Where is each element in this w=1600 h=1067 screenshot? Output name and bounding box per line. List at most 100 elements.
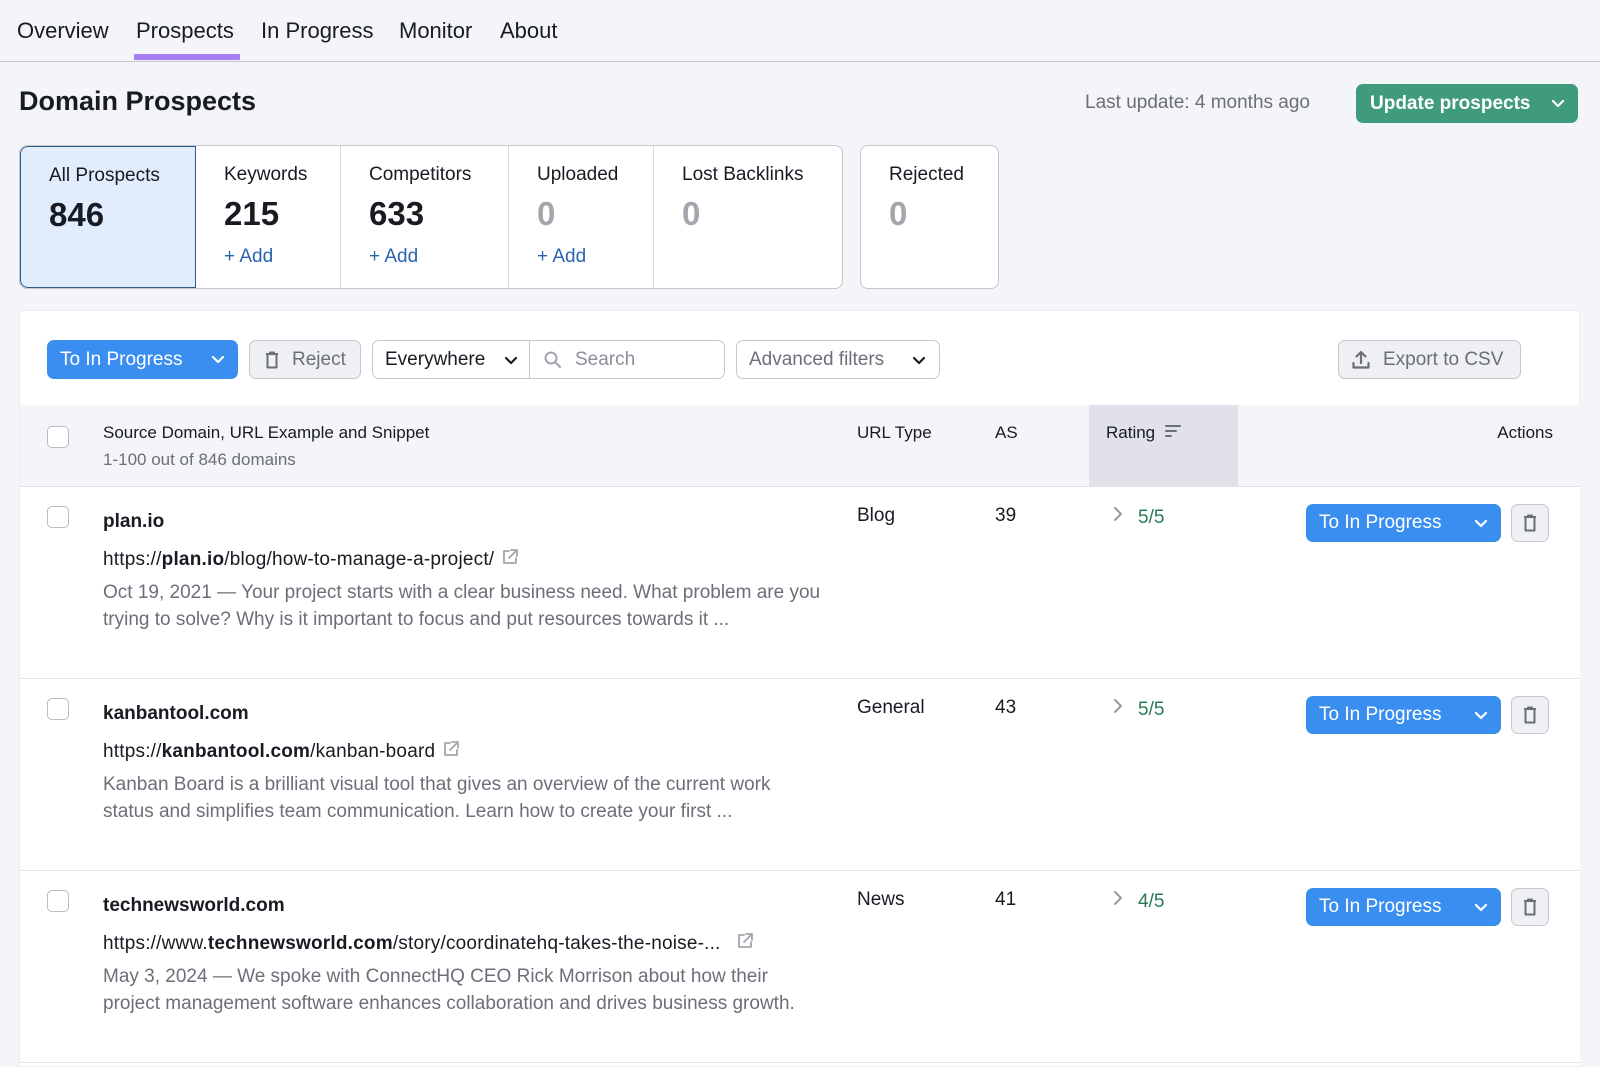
row-url-type: News xyxy=(857,889,905,910)
chevron-down-icon xyxy=(504,356,518,365)
tab-prospects[interactable]: Prospects xyxy=(134,18,240,60)
expand-rating-icon[interactable] xyxy=(1112,505,1124,523)
update-prospects-label: Update prospects xyxy=(1370,92,1531,114)
row-rating: 4/5 xyxy=(1138,891,1165,912)
external-link-icon[interactable] xyxy=(500,547,520,567)
prospect-summary-cards: All Prospects 846 Keywords 215 + Add Com… xyxy=(19,145,999,289)
page-title: Domain Prospects xyxy=(19,86,257,116)
row-snippet: Oct 19, 2021 — Your project starts with … xyxy=(103,582,821,630)
prospects-table-panel: To In Progress Reject Everywhere Search … xyxy=(19,310,1580,1067)
chevron-down-icon xyxy=(1551,99,1565,108)
upload-icon xyxy=(1352,350,1370,369)
row-domain: kanbantool.com xyxy=(103,703,249,724)
tab-overview[interactable]: Overview xyxy=(17,18,109,44)
reject-label: Reject xyxy=(292,348,346,370)
card-value: 0 xyxy=(537,195,556,232)
card-value: 633 xyxy=(369,195,425,232)
row-checkbox[interactable] xyxy=(47,506,69,528)
card-keywords[interactable]: Keywords 215 + Add xyxy=(196,146,341,288)
column-header-url-type[interactable]: URL Type xyxy=(857,423,932,443)
row-domain: plan.io xyxy=(103,511,165,532)
top-navigation: Overview Prospects In Progress Monitor A… xyxy=(0,0,1600,62)
scope-select[interactable]: Everywhere xyxy=(372,340,530,379)
row-url-type: Blog xyxy=(857,505,896,526)
url-domain: technewsworld.com xyxy=(207,933,393,954)
card-value: 0 xyxy=(682,195,701,232)
tab-about[interactable]: About xyxy=(500,18,558,44)
row-as: 39 xyxy=(995,505,1017,526)
advanced-filters-select[interactable]: Advanced filters xyxy=(736,340,940,379)
search-placeholder: Search xyxy=(575,348,636,370)
rating-column-highlight xyxy=(1089,405,1238,487)
search-icon xyxy=(544,351,562,368)
column-header-as[interactable]: AS xyxy=(995,423,1018,443)
card-label: Uploaded xyxy=(537,164,619,185)
row-url-link[interactable]: https://kanbantool.com/kanban-board xyxy=(103,739,461,763)
column-header-actions: Actions xyxy=(1497,423,1553,442)
row-action-label: To In Progress xyxy=(1319,512,1442,533)
select-all-checkbox[interactable] xyxy=(47,426,69,448)
rating-header-label: Rating xyxy=(1106,423,1156,442)
card-lost-backlinks[interactable]: Lost Backlinks 0 xyxy=(654,146,842,288)
row-rating: 5/5 xyxy=(1138,507,1165,528)
add-uploaded-link[interactable]: + Add xyxy=(537,246,586,268)
export-csv-button[interactable]: Export to CSV xyxy=(1338,340,1521,379)
url-prefix: https:// xyxy=(103,549,162,570)
card-value: 0 xyxy=(889,195,908,232)
card-uploaded[interactable]: Uploaded 0 + Add xyxy=(509,146,654,288)
card-all-prospects[interactable]: All Prospects 846 xyxy=(20,146,196,288)
card-group: All Prospects 846 Keywords 215 + Add Com… xyxy=(19,145,843,289)
last-update-text: Last update: 4 months ago xyxy=(1085,92,1310,113)
tab-monitor[interactable]: Monitor xyxy=(399,18,472,44)
row-to-in-progress-button[interactable]: To In Progress xyxy=(1306,504,1501,542)
external-link-icon[interactable] xyxy=(441,739,461,759)
reject-button[interactable]: Reject xyxy=(249,340,361,379)
update-prospects-button[interactable]: Update prospects xyxy=(1356,84,1578,123)
row-url-link[interactable]: https://www.technewsworld.com/story/coor… xyxy=(103,931,755,955)
row-delete-button[interactable] xyxy=(1511,696,1549,734)
trash-icon xyxy=(1524,898,1536,916)
trash-icon xyxy=(266,351,278,368)
trash-icon xyxy=(1524,514,1536,532)
row-delete-button[interactable] xyxy=(1511,504,1549,542)
chevron-down-icon xyxy=(912,356,926,365)
bulk-to-in-progress-button[interactable]: To In Progress xyxy=(47,340,238,379)
row-as: 41 xyxy=(995,889,1017,910)
column-header-rating[interactable]: Rating xyxy=(1106,423,1182,443)
column-header-source[interactable]: Source Domain, URL Example and Snippet xyxy=(103,423,429,443)
scope-select-value: Everywhere xyxy=(385,348,486,370)
tab-in-progress[interactable]: In Progress xyxy=(261,18,374,44)
expand-rating-icon[interactable] xyxy=(1112,889,1124,907)
advanced-filters-label: Advanced filters xyxy=(749,348,885,370)
row-checkbox[interactable] xyxy=(47,698,69,720)
card-label: All Prospects xyxy=(49,165,160,186)
row-url-type: General xyxy=(857,697,925,718)
row-rating: 5/5 xyxy=(1138,699,1165,720)
card-label: Keywords xyxy=(224,164,308,185)
trash-icon xyxy=(1524,706,1536,724)
expand-rating-icon[interactable] xyxy=(1112,697,1124,715)
chevron-down-icon xyxy=(211,355,225,364)
add-keywords-link[interactable]: + Add xyxy=(224,246,273,268)
add-competitors-link[interactable]: + Add xyxy=(369,246,418,268)
card-value: 846 xyxy=(49,196,105,233)
row-url-link[interactable]: https://plan.io/blog/how-to-manage-a-pro… xyxy=(103,547,520,571)
bulk-to-in-progress-label: To In Progress xyxy=(60,348,183,370)
table-row: technewsworld.com https://www.technewswo… xyxy=(20,871,1580,1063)
row-checkbox[interactable] xyxy=(47,890,69,912)
external-link-icon[interactable] xyxy=(735,931,755,951)
card-competitors[interactable]: Competitors 633 + Add xyxy=(341,146,509,288)
sort-icon xyxy=(1164,425,1181,437)
chevron-down-icon xyxy=(1474,711,1488,720)
domains-count: 1-100 out of 846 domains xyxy=(103,450,296,469)
row-action-label: To In Progress xyxy=(1319,704,1442,725)
search-input[interactable]: Search xyxy=(529,340,725,379)
row-delete-button[interactable] xyxy=(1511,888,1549,926)
row-to-in-progress-button[interactable]: To In Progress xyxy=(1306,696,1501,734)
export-csv-label: Export to CSV xyxy=(1383,348,1504,370)
url-path: /blog/how-to-manage-a-project/ xyxy=(224,549,495,570)
chevron-down-icon xyxy=(1474,519,1488,528)
chevron-down-icon xyxy=(1474,903,1488,912)
card-rejected[interactable]: Rejected 0 xyxy=(860,145,999,289)
row-to-in-progress-button[interactable]: To In Progress xyxy=(1306,888,1501,926)
